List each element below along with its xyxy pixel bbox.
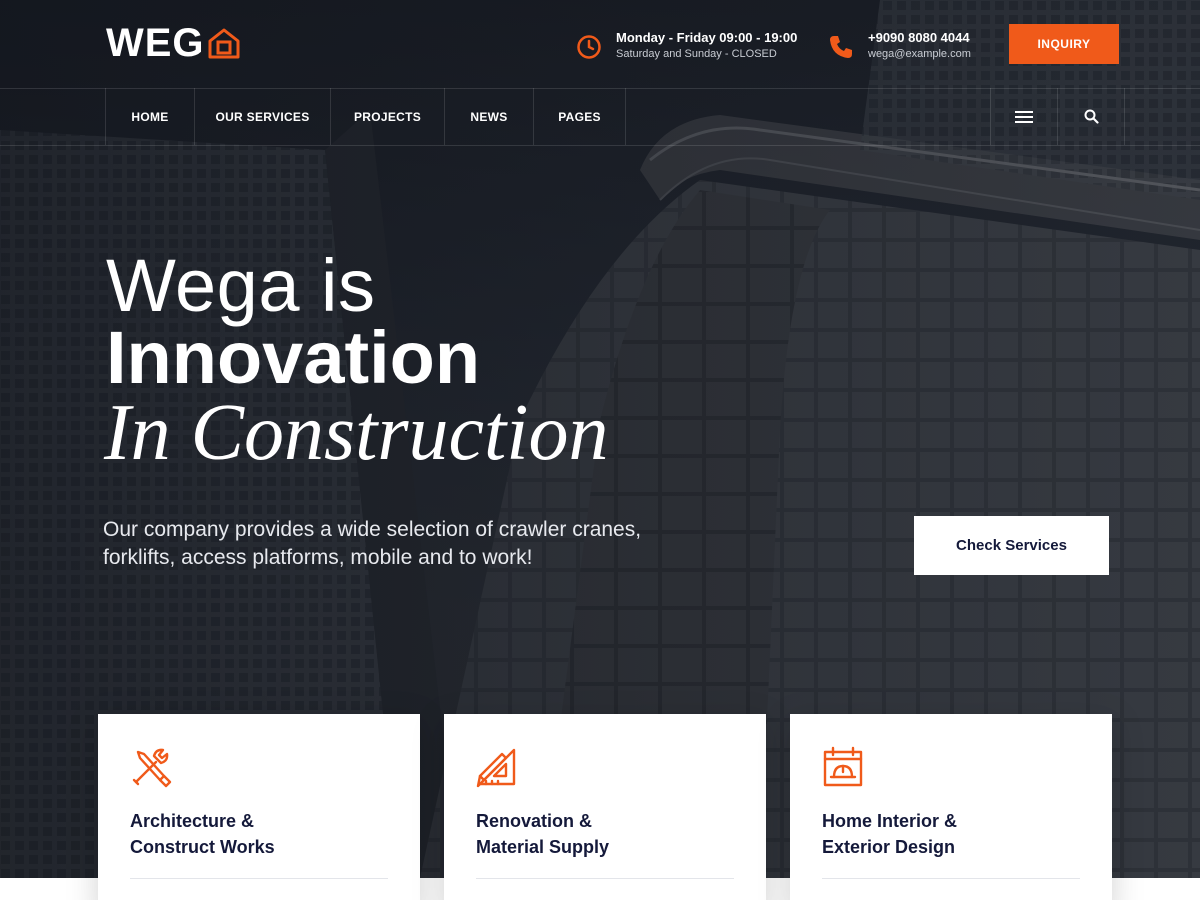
contact-info: +9090 8080 4044 wega@example.com bbox=[828, 30, 971, 62]
card-divider bbox=[476, 878, 734, 879]
phone-icon bbox=[830, 36, 852, 58]
card-divider bbox=[130, 878, 388, 879]
service-title[interactable]: Renovation & Material Supply bbox=[476, 808, 736, 860]
main-navigation: HOME OUR SERVICES PROJECTS NEWS PAGES bbox=[105, 88, 626, 145]
service-title[interactable]: Home Interior & Exterior Design bbox=[822, 808, 1082, 860]
logo-text: WEG bbox=[106, 21, 205, 65]
card-divider bbox=[822, 878, 1080, 879]
inquiry-button[interactable]: INQUIRY bbox=[1009, 24, 1119, 64]
hero-headline-line2: Innovation bbox=[106, 316, 481, 399]
nav-item-projects[interactable]: PROJECTS bbox=[331, 88, 445, 145]
search-button[interactable] bbox=[1058, 88, 1125, 145]
nav-item-home[interactable]: HOME bbox=[106, 88, 195, 145]
service-card-interior[interactable]: Home Interior & Exterior Design bbox=[790, 714, 1112, 900]
nav-divider-bottom bbox=[0, 145, 1200, 146]
check-services-button[interactable]: Check Services bbox=[914, 516, 1109, 575]
ruler-pencil-icon bbox=[476, 748, 516, 788]
service-card-architecture[interactable]: Architecture & Construct Works bbox=[98, 714, 420, 900]
hero-headline-line3: In Construction bbox=[104, 389, 609, 477]
menu-button[interactable] bbox=[991, 88, 1058, 145]
tools-icon bbox=[132, 748, 172, 788]
nav-item-news[interactable]: NEWS bbox=[445, 88, 534, 145]
search-icon bbox=[1084, 109, 1099, 124]
hardhat-calendar-icon bbox=[823, 746, 863, 787]
phone-number[interactable]: +9090 8080 4044 bbox=[868, 30, 971, 46]
nav-item-pages[interactable]: PAGES bbox=[534, 88, 626, 145]
clock-icon bbox=[577, 35, 601, 59]
hero-headline-line1: Wega is bbox=[106, 244, 376, 327]
site-logo[interactable]: WEG bbox=[106, 22, 241, 64]
email-address[interactable]: wega@example.com bbox=[868, 46, 971, 62]
service-title[interactable]: Architecture & Construct Works bbox=[130, 808, 390, 860]
menu-icon bbox=[1015, 110, 1033, 123]
hours-weekdays: Monday - Friday 09:00 - 19:00 bbox=[616, 30, 798, 45]
nav-item-our-services[interactable]: OUR SERVICES bbox=[195, 88, 331, 145]
hero-description: Our company provides a wide selection of… bbox=[103, 518, 642, 569]
opening-hours: Monday - Friday 09:00 - 19:00 Saturday a… bbox=[576, 30, 797, 62]
service-card-renovation[interactable]: Renovation & Material Supply bbox=[444, 714, 766, 900]
nav-tools bbox=[990, 88, 1125, 145]
house-logo-icon bbox=[208, 28, 240, 59]
hours-weekend: Saturday and Sunday - CLOSED bbox=[616, 48, 777, 60]
